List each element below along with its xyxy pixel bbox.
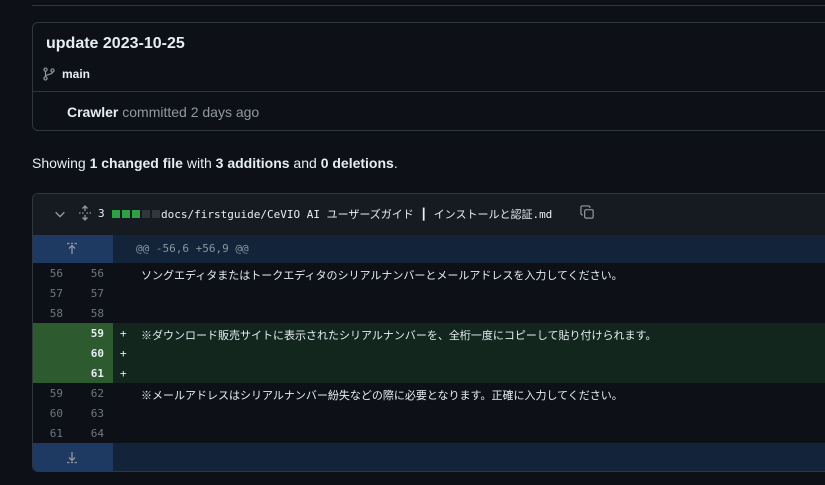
changed-files-count: 1 changed file (89, 155, 183, 171)
new-line-number[interactable]: 64 (74, 427, 104, 440)
file-path[interactable]: docs/firstguide/CeVIO AI ユーザーズガイド ┃ インスト… (161, 206, 552, 222)
old-line-number[interactable]: 60 (33, 407, 63, 420)
hunk-header-text: @@ -56,6 +56,9 @@ (136, 242, 249, 255)
author-link[interactable]: Crawler (67, 104, 118, 120)
old-line-number[interactable]: 57 (33, 287, 63, 300)
copy-icon[interactable] (580, 205, 595, 220)
commit-meta: Crawler committed 2 days ago (67, 104, 259, 120)
diffstat (112, 210, 160, 218)
diffstat-block (112, 210, 120, 218)
unfold-icon[interactable] (77, 205, 93, 221)
expand-up-button[interactable] (33, 235, 113, 263)
file-diff: 3 docs/firstguide/CeVIO AI ユーザーズガイド ┃ イン… (32, 193, 825, 472)
diff-line-context: 60 63 (33, 403, 825, 423)
diff-line-context: 57 57 (33, 283, 825, 303)
diff-line-added: 60 + (33, 343, 825, 363)
code-text: ※メールアドレスはシリアルナンバー紛失などの際に必要となります。正確に入力してく… (141, 389, 623, 402)
diff-sign: + (120, 367, 127, 380)
deletions-count: 0 deletions (320, 155, 394, 171)
new-line-number[interactable]: 63 (74, 407, 104, 420)
expand-up-icon (67, 242, 77, 254)
new-line-number[interactable]: 62 (74, 387, 104, 400)
additions-count: 3 additions (215, 155, 290, 171)
diff-line-context: 56 56 ソングエディタまたはトークエディタのシリアルナンバーとメールアドレスを入… (33, 263, 825, 283)
commit-divider (33, 91, 825, 92)
diff-sign: + (120, 347, 127, 360)
hunk-header: @@ -56,6 +56,9 @@ (33, 235, 825, 263)
top-divider (32, 5, 825, 6)
file-change-count: 3 (98, 207, 105, 220)
git-branch-icon (43, 67, 55, 81)
diffstat-block (142, 210, 150, 218)
new-line-number[interactable]: 57 (74, 287, 104, 300)
new-line-number[interactable]: 61 (74, 367, 104, 380)
chevron-down-icon[interactable] (53, 207, 67, 221)
diff-sign: + (120, 327, 127, 340)
committed-time: committed 2 days ago (122, 104, 260, 120)
old-line-number[interactable]: 59 (33, 387, 63, 400)
file-header: 3 docs/firstguide/CeVIO AI ユーザーズガイド ┃ イン… (33, 194, 825, 236)
diffstat-block (152, 210, 160, 218)
expand-down-button[interactable] (33, 443, 113, 471)
new-line-number[interactable]: 60 (74, 347, 104, 360)
commit-header: update 2023-10-25 main Crawler committed… (32, 22, 825, 131)
diff-line-added: 59 + ※ダウンロード販売サイトに表示されたシリアルナンバーを、全桁一度にコピーし… (33, 323, 825, 343)
diff-line-context: 61 64 (33, 423, 825, 443)
commit-title: update 2023-10-25 (46, 35, 185, 52)
old-line-number[interactable]: 56 (33, 267, 63, 280)
old-line-number[interactable]: 61 (33, 427, 63, 440)
diff-line-context: 58 58 (33, 303, 825, 323)
new-line-number[interactable]: 59 (74, 327, 104, 340)
branch-link[interactable]: main (42, 67, 90, 81)
old-line-number[interactable]: 58 (33, 307, 63, 320)
diffstat-block (122, 210, 130, 218)
diff-line-context: 59 62 ※メールアドレスはシリアルナンバー紛失などの際に必要となります。正確に入… (33, 383, 825, 403)
code-text: ※ダウンロード販売サイトに表示されたシリアルナンバーを、全桁一度にコピーして貼り… (141, 329, 657, 342)
new-line-number[interactable]: 56 (74, 267, 104, 280)
diffstat-block (132, 210, 140, 218)
hunk-footer (33, 443, 825, 471)
new-line-number[interactable]: 58 (74, 307, 104, 320)
diff-line-added: 61 + (33, 363, 825, 383)
code-text: ソングエディタまたはトークエディタのシリアルナンバーとメールアドレスを入力してく… (141, 269, 623, 282)
expand-down-icon (67, 452, 77, 464)
diff-summary: Showing 1 changed file with 3 additions … (32, 155, 398, 171)
branch-name: main (62, 67, 91, 81)
